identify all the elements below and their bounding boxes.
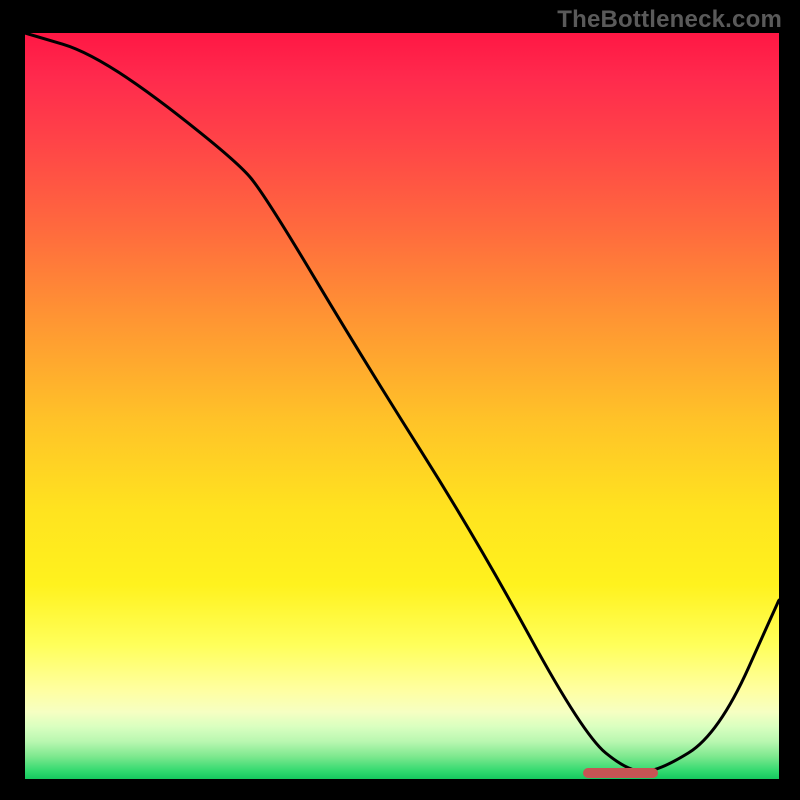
bottleneck-curve	[25, 33, 779, 772]
chart-stage: TheBottleneck.com	[0, 0, 800, 800]
curve-svg	[25, 33, 779, 779]
optimal-range-marker	[583, 768, 658, 778]
watermark-text: TheBottleneck.com	[557, 6, 782, 34]
plot-area	[25, 33, 779, 779]
